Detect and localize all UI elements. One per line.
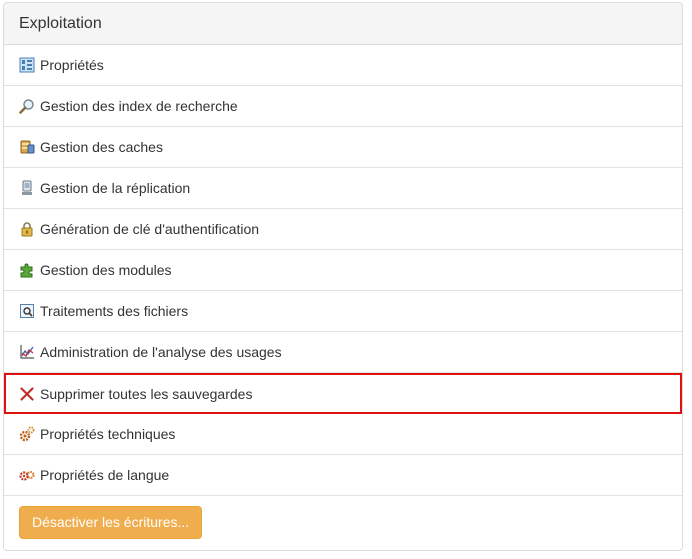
language-gears-icon [19,467,35,483]
menu-item-label: Gestion des modules [40,262,172,278]
menu-item-label: Traitements des fichiers [40,303,189,319]
database-icon [19,139,35,155]
lock-icon [19,221,35,237]
menu-item-label: Gestion des index de recherche [40,98,238,114]
puzzle-icon [19,262,35,278]
menu-item-label: Supprimer toutes les sauvegardes [40,385,253,402]
panel-footer: Désactiver les écritures... [4,496,682,549]
disable-writes-button[interactable]: Désactiver les écritures... [19,506,203,539]
menu-item-proprietes-techniques[interactable]: Propriétés techniques [4,414,682,455]
properties-icon [19,57,35,73]
menu-item-traitements-fichiers[interactable]: Traitements des fichiers [4,291,682,332]
menu-item-label: Propriétés techniques [40,426,176,442]
menu-item-label: Propriétés [40,57,104,73]
file-search-icon [19,303,35,319]
menu-item-index-recherche[interactable]: Gestion des index de recherche [4,86,682,127]
menu-list: Propriétés Gestion des index de recherch… [4,45,682,496]
chart-icon [19,344,35,360]
gears-icon [19,426,35,442]
menu-item-label: Gestion de la réplication [40,180,191,196]
delete-x-icon [19,386,35,402]
menu-item-label: Gestion des caches [40,139,163,155]
menu-item-replication[interactable]: Gestion de la réplication [4,168,682,209]
panel-title: Exploitation [4,3,682,45]
magnifier-icon [19,98,35,114]
menu-item-label: Administration de l'analyse des usages [40,344,282,360]
menu-item-analyse-usages[interactable]: Administration de l'analyse des usages [4,332,682,373]
menu-item-cle-authentification[interactable]: Génération de clé d'authentification [4,209,682,250]
exploitation-panel: Exploitation Propriétés Gestion des inde… [3,2,683,551]
menu-item-proprietes-langue[interactable]: Propriétés de langue [4,455,682,496]
menu-item-modules[interactable]: Gestion des modules [4,250,682,291]
replication-icon [19,180,35,196]
menu-item-caches[interactable]: Gestion des caches [4,127,682,168]
menu-item-proprietes[interactable]: Propriétés [4,45,682,86]
menu-item-label: Génération de clé d'authentification [40,221,260,237]
menu-item-label: Propriétés de langue [40,467,170,483]
menu-item-supprimer-sauvegardes[interactable]: Supprimer toutes les sauvegardes [4,373,682,414]
